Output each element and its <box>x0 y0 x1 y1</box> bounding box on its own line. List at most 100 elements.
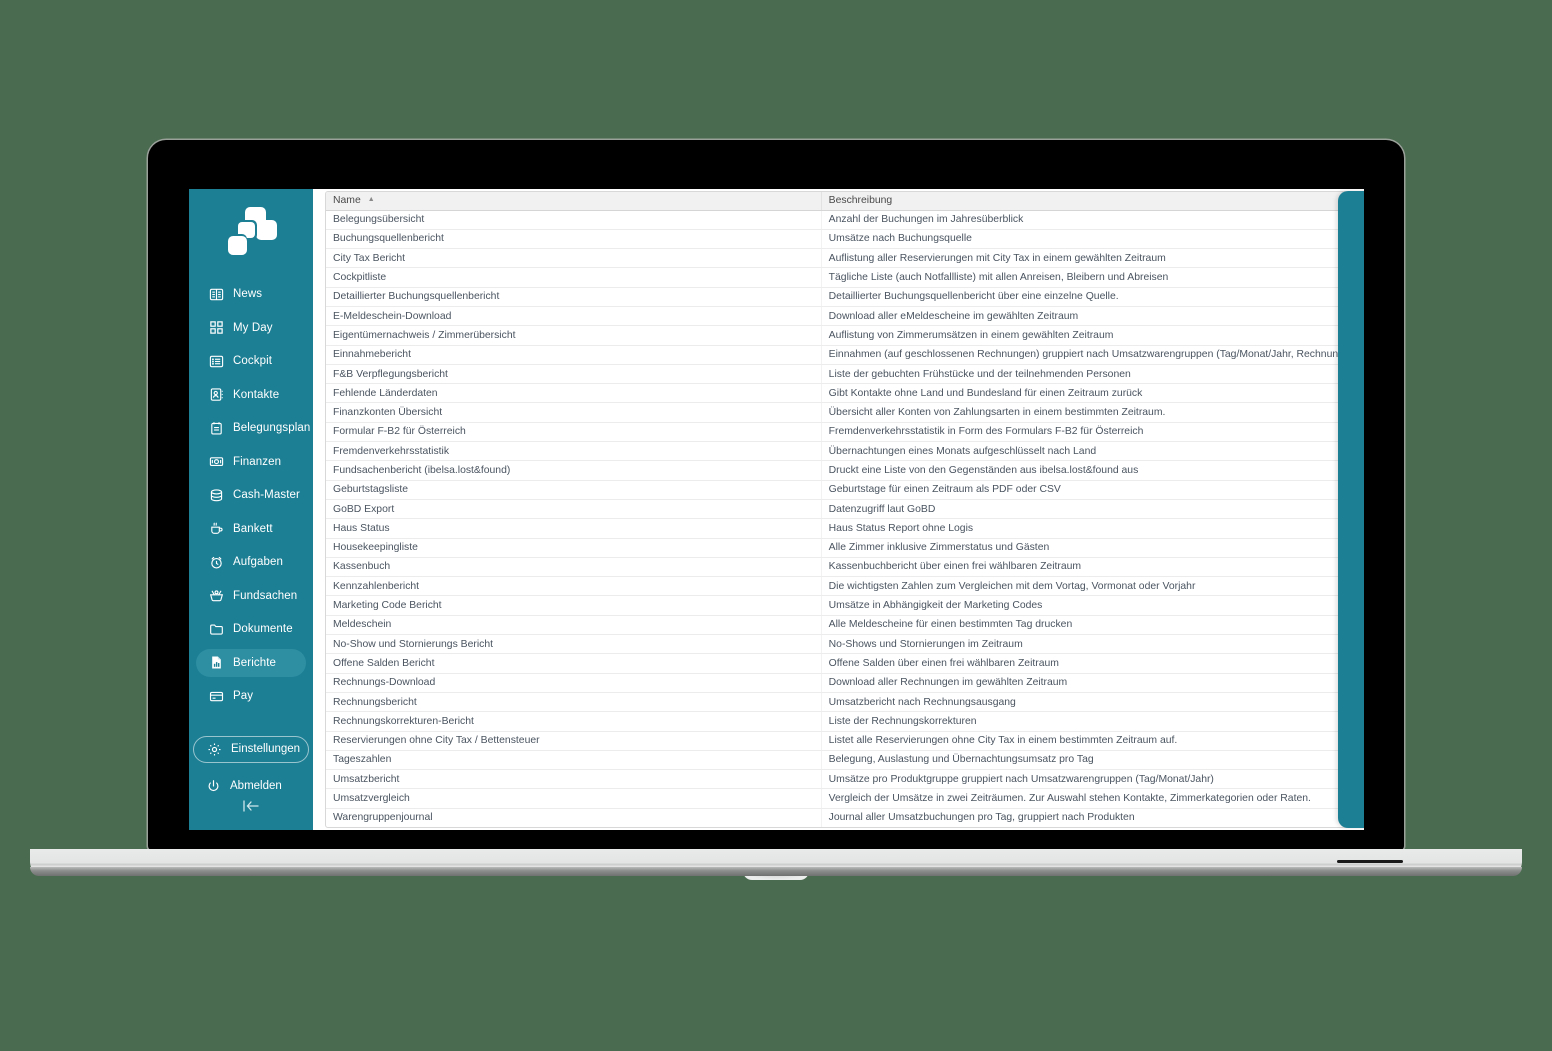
sidebar-item-news[interactable]: News <box>196 280 306 308</box>
table-row[interactable]: Fehlende Länderdaten Gibt Kontakte ohne L… <box>326 383 1347 404</box>
sidebar-item-fundsachen[interactable]: Fundsachen <box>196 582 306 610</box>
sidebar-item-kontakte[interactable]: Kontakte <box>196 381 306 409</box>
cell-name: Finanzkonten Übersicht <box>326 402 822 423</box>
sidebar-item-label: Cash-Master <box>233 489 300 501</box>
table-row[interactable]: Fundsachenbericht (ibelsa.lost&found) Dru… <box>326 460 1347 481</box>
sidebar-item-cockpit[interactable]: Cockpit <box>196 347 306 375</box>
cell-beschreibung: Die wichtigsten Zahlen zum Vergleichen m… <box>821 576 1347 597</box>
cell-beschreibung: Umsätze in Abhängigkeit der Marketing Co… <box>821 595 1347 616</box>
power-icon <box>205 778 221 794</box>
table-row[interactable]: Umsatzbericht Umsätze pro Produktgruppe g… <box>326 769 1347 790</box>
cell-beschreibung: Geburtstage für einen Zeitraum als PDF o… <box>821 480 1347 500</box>
table-row[interactable]: Buchungsquellenbericht Umsätze nach Buchu… <box>326 229 1347 250</box>
cell-name: Fundsachenbericht (ibelsa.lost&found) <box>326 460 822 481</box>
cell-beschreibung: Detaillierter Buchungsquellenbericht übe… <box>821 287 1347 307</box>
table-row[interactable]: Meldeschein Alle Meldescheine für einen b… <box>326 615 1347 636</box>
cell-name: Haus Status <box>326 518 822 539</box>
table-row[interactable]: No-Show und Stornierungs Bericht No-Shows… <box>326 634 1347 655</box>
cell-name: Detaillierter Buchungsquellenbericht <box>326 287 822 307</box>
laptop-screen: News My Day Cockpit Kontakte Belegungspl… <box>189 189 1364 830</box>
cell-beschreibung: Alle Meldescheine für einen bestimmten T… <box>821 615 1347 636</box>
table-row[interactable]: Reservierungen ohne City Tax / Bettenste… <box>326 731 1347 751</box>
table-row[interactable]: Cockpitliste Tägliche Liste (auch Notfall… <box>326 267 1347 288</box>
sidebar-item-my-day[interactable]: My Day <box>196 314 306 342</box>
table-row[interactable]: Rechnungsbericht Umsatzbericht nach Rechn… <box>326 692 1347 713</box>
table-row[interactable]: Belegungsübersicht Anzahl der Buchungen i… <box>326 210 1347 230</box>
sidebar-item-label: Pay <box>233 690 254 702</box>
column-header-beschreibung-label: Beschreibung <box>828 195 893 207</box>
table-row[interactable]: Finanzkonten Übersicht Übersicht aller Ko… <box>326 402 1347 423</box>
table-row[interactable]: Geburtstagsliste Geburtstage für einen Ze… <box>326 480 1347 500</box>
sidebar-item-finanzen[interactable]: Finanzen <box>196 448 306 476</box>
grid-icon <box>208 320 224 336</box>
table-row[interactable]: Haus Status Haus Status Report ohne Logis <box>326 518 1347 539</box>
cell-beschreibung: Anzahl der Buchungen im Jahresüberblick <box>821 210 1347 230</box>
table-row[interactable]: Eigentümernachweis / Zimmerübersicht Aufl… <box>326 325 1347 346</box>
cell-name: Kassenbuch <box>326 557 822 578</box>
cell-beschreibung: Einnahmen (auf geschlossenen Rechnungen)… <box>821 345 1347 365</box>
cell-name: Umsatzvergleich <box>326 788 822 809</box>
sidebar-item-dokumente[interactable]: Dokumente <box>196 615 306 643</box>
cell-name: Warengruppenjournal <box>326 808 822 827</box>
column-header-name[interactable]: Name ▲ <box>326 192 822 211</box>
cell-beschreibung: Listet alle Reservierungen ohne City Tax… <box>821 731 1347 751</box>
sidebar-item-bankett[interactable]: Bankett <box>196 515 306 543</box>
sidebar-item-label: Dokumente <box>233 623 293 635</box>
sidebar-item-pay[interactable]: Pay <box>196 682 306 710</box>
cell-beschreibung: Alle Zimmer inklusive Zimmerstatus und G… <box>821 538 1347 558</box>
cell-name: Einnahmebericht <box>326 345 822 365</box>
sidebar: News My Day Cockpit Kontakte Belegungspl… <box>189 189 313 830</box>
cell-beschreibung: Umsätze nach Buchungsquelle <box>821 229 1347 250</box>
table-row[interactable]: Housekeepingliste Alle Zimmer inklusive Z… <box>326 538 1347 558</box>
cell-name: Meldeschein <box>326 615 822 636</box>
table-row[interactable]: Kassenbuch Kassenbuchbericht über einen f… <box>326 557 1347 578</box>
table-row[interactable]: Umsatzvergleich Vergleich der Umsätze in … <box>326 788 1347 809</box>
sidebar-item-berichte[interactable]: Berichte <box>196 648 306 677</box>
sidebar-item-label: My Day <box>233 321 273 334</box>
cell-beschreibung: Übernachtungen eines Monats aufgeschlüss… <box>821 441 1347 462</box>
cell-beschreibung: Vergleich der Umsätze in zwei Zeiträumen… <box>821 788 1347 809</box>
sidebar-logout-button[interactable]: Abmelden <box>193 773 309 800</box>
table-row[interactable]: Kennzahlenbericht Die wichtigsten Zahlen … <box>326 576 1347 597</box>
column-header-beschreibung[interactable]: Beschreibung <box>821 192 1347 211</box>
table-row[interactable]: Einnahmebericht Einnahmen (auf geschlosse… <box>326 345 1347 365</box>
table-row[interactable]: Formular F-B2 für Österreich Fremdenverke… <box>326 422 1347 443</box>
sidebar-item-aufgaben[interactable]: Aufgaben <box>196 548 306 576</box>
column-header-name-label: Name <box>333 195 361 207</box>
cell-name: Rechnungs-Download <box>326 673 822 693</box>
cell-beschreibung: Datenzugriff laut GoBD <box>821 499 1347 520</box>
cell-beschreibung: Umsatzbericht nach Rechnungsausgang <box>821 692 1347 713</box>
sidebar-logout-label: Abmelden <box>230 780 282 792</box>
cell-beschreibung: Belegung, Auslastung und Übernachtungsum… <box>821 750 1347 771</box>
sidebar-item-label: Kontakte <box>233 388 280 401</box>
cell-name: Marketing Code Bericht <box>326 595 822 616</box>
table-row[interactable]: GoBD Export Datenzugriff laut GoBD <box>326 499 1347 520</box>
money-icon <box>208 454 224 470</box>
table-row[interactable]: Tageszahlen Belegung, Auslastung und Über… <box>326 750 1347 771</box>
cell-name: Tageszahlen <box>326 750 822 771</box>
cell-name: Reservierungen ohne City Tax / Bettenste… <box>326 731 822 751</box>
sidebar-item-cash-master[interactable]: Cash-Master <box>196 481 306 509</box>
screenshot-stage: News My Day Cockpit Kontakte Belegungspl… <box>0 0 1552 1051</box>
table-row[interactable]: City Tax Bericht Auflistung aller Reservi… <box>326 248 1347 269</box>
coins-icon <box>208 487 224 503</box>
table-row[interactable]: Detaillierter Buchungsquellenbericht Deta… <box>326 287 1347 307</box>
table-row[interactable]: Fremdenverkehrsstatistik Übernachtungen e… <box>326 441 1347 462</box>
table-row[interactable]: Offene Salden Bericht Offene Salden über … <box>326 653 1347 674</box>
sidebar-collapse-button[interactable] <box>189 799 313 818</box>
table-row[interactable]: Rechnungskorrekturen-Bericht Liste der Re… <box>326 711 1347 732</box>
sidebar-settings-button[interactable]: Einstellungen <box>193 735 309 763</box>
table-row[interactable]: E-Meldeschein-Download Download aller eMe… <box>326 306 1347 327</box>
table-row[interactable]: Rechnungs-Download Download aller Rechnun… <box>326 673 1347 693</box>
laptop-base <box>30 849 1522 880</box>
reports-table: Name ▲ Beschreibung Belegungsübersicht Anz… <box>326 192 1347 827</box>
cell-name: Cockpitliste <box>326 267 822 288</box>
cell-name: Geburtstagsliste <box>326 480 822 500</box>
table-row[interactable]: Marketing Code Bericht Umsätze in Abhängi… <box>326 595 1347 616</box>
table-header-row: Name ▲ Beschreibung <box>326 192 1347 211</box>
sidebar-item-belegungsplan[interactable]: Belegungsplan <box>196 414 310 442</box>
sidebar-item-label: Fundsachen <box>233 589 298 602</box>
table-row[interactable]: F&B Verpflegungsbericht Liste der gebucht… <box>326 364 1347 385</box>
cell-beschreibung: Gibt Kontakte ohne Land und Bundesland f… <box>821 383 1347 404</box>
table-row[interactable]: Warengruppenjournal Journal aller Umsatzb… <box>326 808 1347 827</box>
